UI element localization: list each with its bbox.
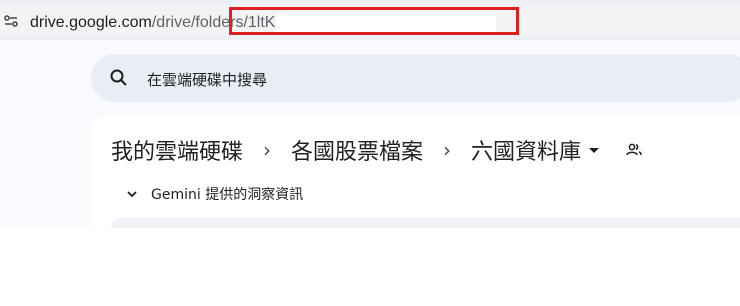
url-domain: drive.google.com (30, 14, 152, 31)
breadcrumb: 我的雲端硬碟 › 各國股票檔案 › 六國資料庫 (111, 130, 643, 170)
url-highlight-box (229, 7, 519, 35)
gemini-insights-toggle[interactable]: Gemini 提供的洞察資訊 (125, 184, 303, 204)
breadcrumb-item-current-folder[interactable]: 六國資料庫 (471, 134, 581, 166)
search-input[interactable]: 在雲端硬碟中搜尋 (147, 69, 267, 90)
browser-address-bar: drive.google.com/drive/folders/1ltKCC (0, 0, 740, 40)
search-bar[interactable]: 在雲端硬碟中搜尋 (91, 54, 740, 102)
breadcrumb-item-my-drive[interactable]: 我的雲端硬碟 (111, 134, 243, 166)
page-footer-area (0, 228, 740, 270)
breadcrumb-item-stock-files[interactable]: 各國股票檔案 (291, 134, 423, 166)
search-icon[interactable] (109, 68, 129, 88)
chevron-right-icon: › (263, 138, 272, 162)
site-info-icon[interactable] (4, 14, 18, 28)
gemini-insights-label: Gemini 提供的洞察資訊 (151, 187, 304, 203)
main-content: 我的雲端硬碟 › 各國股票檔案 › 六國資料庫 Gemini 提供的洞察資訊 (91, 116, 740, 306)
dropdown-arrow-icon[interactable] (589, 147, 600, 153)
shared-folder-icon[interactable] (625, 141, 643, 159)
chevron-right-icon: › (443, 138, 452, 162)
chevron-down-icon (127, 191, 137, 198)
